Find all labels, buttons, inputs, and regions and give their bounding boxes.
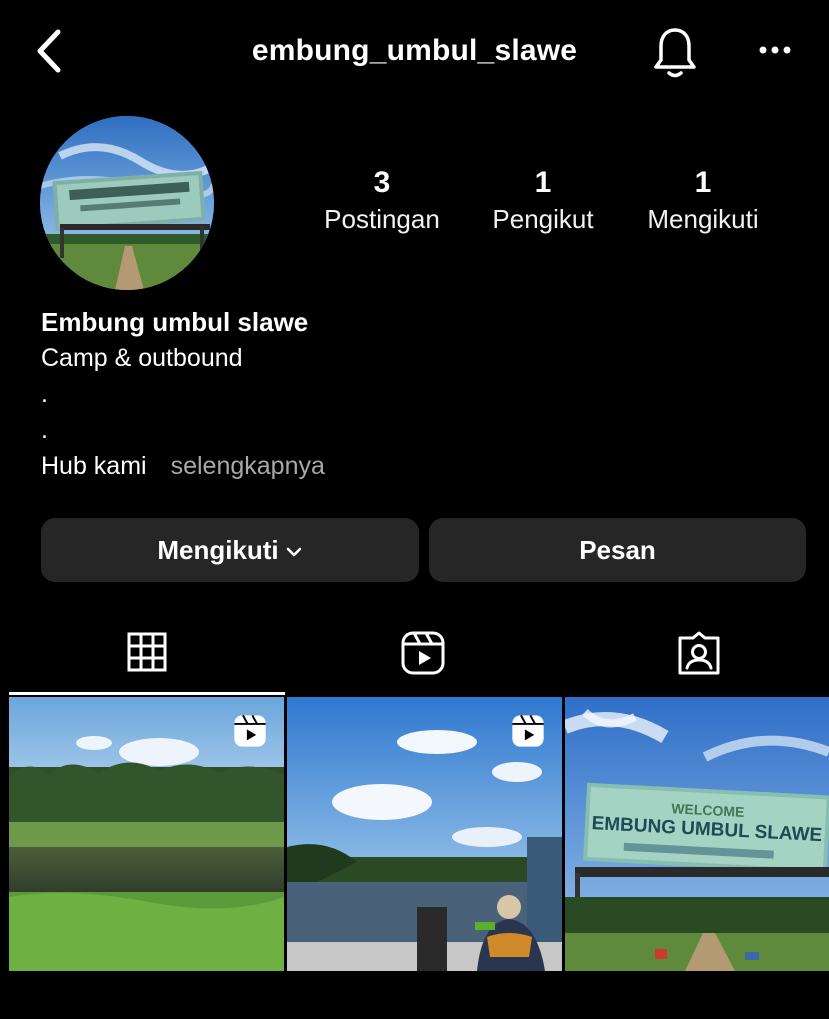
- reel-badge: [510, 713, 546, 754]
- bio-line: Camp & outbound: [41, 344, 243, 372]
- reels-icon: [234, 714, 266, 747]
- following-button-label: Mengikuti: [157, 534, 279, 565]
- bio-line: .: [41, 380, 48, 408]
- tab-posts-grid[interactable]: [9, 618, 285, 694]
- post-thumbnail-2[interactable]: [287, 697, 562, 971]
- see-more-link[interactable]: selengkapnya: [171, 452, 325, 480]
- stat-followers[interactable]: 1 Pengikut: [458, 166, 628, 236]
- stat-posts-count: 3: [373, 166, 391, 199]
- chevron-down-icon: [285, 535, 303, 566]
- top-bar: embung_umbul_slawe: [0, 18, 829, 88]
- posts-grid: WELCOME EMBUNG UMBUL SLAWE: [9, 697, 829, 971]
- post-thumbnail-1[interactable]: [9, 697, 284, 971]
- stat-posts-label: Postingan: [324, 204, 440, 234]
- bell-icon: [654, 28, 696, 78]
- stat-following-label: Mengikuti: [647, 204, 759, 234]
- reels-icon: [401, 631, 445, 675]
- stat-followers-count: 1: [534, 166, 552, 199]
- reels-icon: [512, 714, 544, 747]
- profile-page: embung_umbul_slawe 3 Postingan 1 Pengiku…: [0, 0, 829, 1019]
- profile-avatar[interactable]: [40, 116, 214, 290]
- post-thumbnail-3[interactable]: WELCOME EMBUNG UMBUL SLAWE: [565, 697, 829, 971]
- stat-following[interactable]: 1 Mengikuti: [618, 166, 788, 236]
- stat-followers-label: Pengikut: [492, 204, 594, 234]
- message-button-label: Pesan: [579, 534, 656, 565]
- profile-username: embung_umbul_slawe: [251, 34, 578, 67]
- reel-badge: [232, 713, 268, 754]
- avatar-image: [40, 116, 214, 290]
- notifications-button[interactable]: [650, 24, 700, 80]
- message-button[interactable]: Pesan: [429, 518, 806, 582]
- more-options-button[interactable]: [752, 30, 798, 70]
- bio-line: .: [41, 416, 48, 444]
- bio-contact-text: Hub kami: [41, 452, 147, 480]
- bio-line: Hub kami selengkapnya: [41, 448, 325, 484]
- active-tab-indicator: [9, 692, 285, 695]
- post-image-3: WELCOME EMBUNG UMBUL SLAWE: [565, 697, 829, 971]
- profile-display-name: Embung umbul slawe: [41, 307, 309, 337]
- stat-following-count: 1: [694, 166, 712, 199]
- tab-reels[interactable]: [285, 618, 561, 694]
- tab-tagged[interactable]: [561, 618, 829, 694]
- tagged-icon: [678, 631, 720, 675]
- profile-bio: Embung umbul slawe Camp & outbound . . H…: [41, 304, 325, 484]
- stat-posts[interactable]: 3 Postingan: [297, 166, 467, 236]
- more-icon: [759, 46, 791, 54]
- following-button[interactable]: Mengikuti: [41, 518, 419, 582]
- grid-icon: [127, 632, 167, 672]
